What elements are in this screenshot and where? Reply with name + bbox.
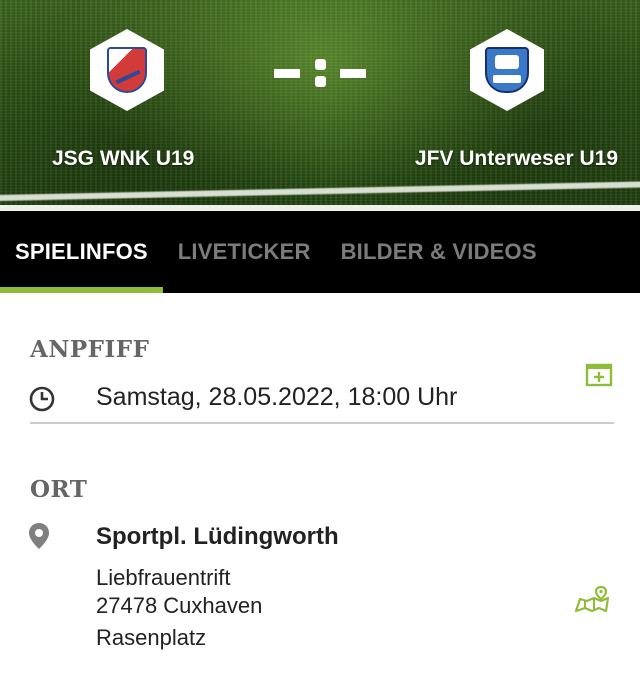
venue-street: Liebfrauentrift	[96, 565, 231, 590]
away-team-name[interactable]: JFV Unterweser U19	[415, 147, 618, 171]
home-team-logo[interactable]	[90, 29, 164, 111]
match-header: JSG WNK U19 JFV Unterweser U19	[0, 0, 640, 210]
clock-icon	[29, 386, 55, 412]
venue-surface: Rasenplatz	[96, 625, 207, 650]
calendar-add-icon[interactable]	[585, 360, 613, 388]
kickoff-section-title: ANPFIFF	[30, 336, 150, 363]
section-divider	[30, 422, 614, 424]
pitch-line	[0, 180, 640, 202]
score-dash-right	[340, 68, 366, 78]
location-pin-icon	[29, 523, 49, 549]
location-section-title: ORT	[30, 476, 88, 503]
map-route-icon[interactable]	[574, 585, 610, 615]
away-crest-icon	[485, 47, 529, 93]
away-team-logo[interactable]	[470, 29, 544, 111]
home-team-name[interactable]: JSG WNK U19	[52, 147, 194, 171]
tab-bar: SPIELINFOS LIVETICKER BILDER & VIDEOS	[0, 211, 640, 293]
tab-spielinfos[interactable]: SPIELINFOS	[0, 211, 163, 293]
venue-city: 27478 Cuxhaven	[96, 593, 263, 618]
tab-liveticker[interactable]: LIVETICKER	[163, 211, 326, 293]
home-crest-icon	[107, 47, 147, 93]
kickoff-datetime: Samstag, 28.05.2022, 18:00 Uhr	[96, 383, 458, 411]
tab-bilder-videos[interactable]: BILDER & VIDEOS	[326, 211, 552, 293]
score-colon	[314, 59, 326, 87]
venue-name: Sportpl. Lüdingworth	[96, 523, 339, 550]
score-dash-left	[274, 68, 300, 78]
score-placeholder	[274, 55, 366, 91]
